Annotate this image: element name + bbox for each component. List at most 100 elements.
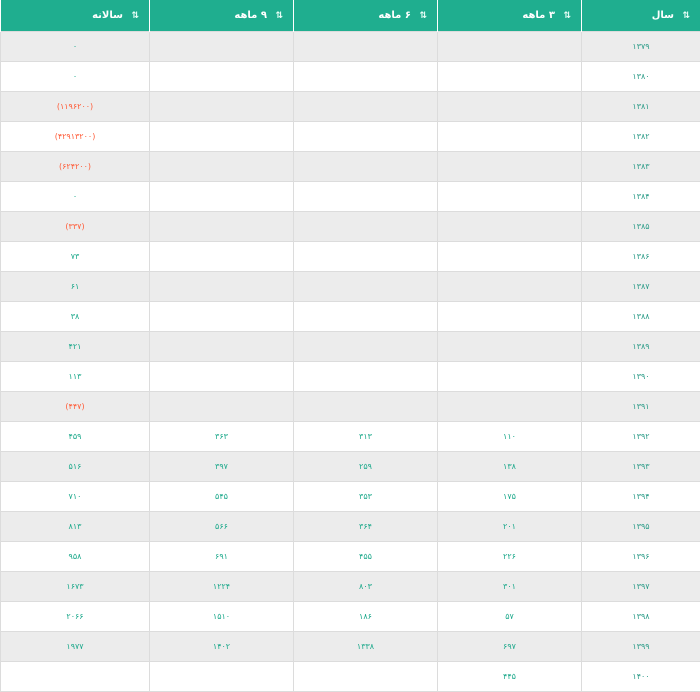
nine-month-cell <box>149 331 294 362</box>
table-row: ۱۳۹۳ ۱۳۸ ۲۵۹ ۳۹۷ ۵۱۶ <box>0 451 700 482</box>
year-cell: ۱۳۹۹ <box>581 631 700 662</box>
nine-month-cell: ۵۶۶ <box>149 511 294 542</box>
six-month-cell <box>293 61 438 92</box>
column-header-year[interactable]: ⇅ سال <box>581 0 700 32</box>
six-month-cell: ۱۳۳۸ <box>293 631 438 662</box>
three-month-cell: ۳۰۱ <box>437 571 582 602</box>
table-body: ۱۳۷۹ ۰ ۱۳۸۰ ۰ ۱۳۸۱ (۱۱۹۶۲۰۰) ۱۳۸۲ (۴۲۹۱۳۲۰۰) ۱۳۸… <box>0 31 700 692</box>
nine-month-cell: ۶۹۱ <box>149 541 294 572</box>
table-row: ۱۳۸۷ ۶۱ <box>0 271 700 302</box>
column-header-label: سال <box>651 10 674 21</box>
column-header-label: ۶ ماهه <box>378 10 411 21</box>
sort-arrows-icon[interactable]: ⇅ <box>682 11 690 21</box>
column-header-nine-month[interactable]: ⇅ ۹ ماهه <box>149 0 294 32</box>
table-row: ۱۳۹۹ ۶۹۷ ۱۳۳۸ ۱۴۰۲ ۱۹۷۷ <box>0 631 700 662</box>
table-row: ۱۳۹۴ ۱۷۵ ۳۵۳ ۵۴۵ ۷۱۰ <box>0 481 700 512</box>
table-row: ۱۳۸۶ ۷۳ <box>0 241 700 272</box>
column-header-label: ۳ ماهه <box>522 10 555 21</box>
year-cell: ۱۳۷۹ <box>581 31 700 62</box>
three-month-cell <box>437 91 582 122</box>
year-cell: ۱۳۹۶ <box>581 541 700 572</box>
six-month-cell: ۳۵۳ <box>293 481 438 512</box>
column-header-label: سالانه <box>92 10 123 21</box>
nine-month-cell <box>149 271 294 302</box>
nine-month-cell <box>149 211 294 242</box>
column-header-annual[interactable]: ⇅ سالانه <box>0 0 150 32</box>
six-month-cell <box>293 181 438 212</box>
annual-cell: ۶۱ <box>0 271 150 302</box>
three-month-cell <box>437 151 582 182</box>
year-cell: ۱۳۸۴ <box>581 181 700 212</box>
three-month-cell <box>437 211 582 242</box>
three-month-cell <box>437 181 582 212</box>
annual-cell: (۳۳۷) <box>0 211 150 242</box>
annual-cell: ۱۱۳ <box>0 361 150 392</box>
financial-data-table: ⇅ سال ⇅ ۳ ماهه ⇅ ۶ ماهه ⇅ ۹ ماهه ⇅ سالان… <box>0 0 700 692</box>
nine-month-cell <box>149 241 294 272</box>
annual-cell: ۴۵۹ <box>0 421 150 452</box>
nine-month-cell <box>149 61 294 92</box>
three-month-cell: ۶۹۷ <box>437 631 582 662</box>
year-cell: ۱۴۰۰ <box>581 661 700 692</box>
sort-arrows-icon[interactable]: ⇅ <box>563 11 571 21</box>
six-month-cell: ۴۵۵ <box>293 541 438 572</box>
table-header: ⇅ سال ⇅ ۳ ماهه ⇅ ۶ ماهه ⇅ ۹ ماهه ⇅ سالان… <box>0 0 700 32</box>
table-row: ۱۳۸۲ (۴۲۹۱۳۲۰۰) <box>0 121 700 152</box>
nine-month-cell <box>149 151 294 182</box>
three-month-cell: ۱۳۸ <box>437 451 582 482</box>
year-cell: ۱۳۹۰ <box>581 361 700 392</box>
annual-cell: ۰ <box>0 31 150 62</box>
table-row: ۱۳۹۰ ۱۱۳ <box>0 361 700 392</box>
three-month-cell: ۴۴۵ <box>437 661 582 692</box>
annual-cell: ۱۶۷۳ <box>0 571 150 602</box>
six-month-cell <box>293 121 438 152</box>
column-header-label: ۹ ماهه <box>234 10 267 21</box>
table-row: ۱۳۹۶ ۲۲۶ ۴۵۵ ۶۹۱ ۹۵۸ <box>0 541 700 572</box>
six-month-cell: ۳۱۳ <box>293 421 438 452</box>
three-month-cell <box>437 121 582 152</box>
three-month-cell: ۱۷۵ <box>437 481 582 512</box>
three-month-cell: ۲۲۶ <box>437 541 582 572</box>
year-cell: ۱۳۸۸ <box>581 301 700 332</box>
annual-cell <box>0 661 150 692</box>
year-cell: ۱۳۸۶ <box>581 241 700 272</box>
annual-cell: ۸۱۳ <box>0 511 150 542</box>
three-month-cell: ۵۷ <box>437 601 582 632</box>
sort-arrows-icon[interactable]: ⇅ <box>419 11 427 21</box>
annual-cell: ۰ <box>0 181 150 212</box>
annual-cell: ۰ <box>0 61 150 92</box>
header-row: ⇅ سال ⇅ ۳ ماهه ⇅ ۶ ماهه ⇅ ۹ ماهه ⇅ سالان… <box>0 0 700 32</box>
column-header-six-month[interactable]: ⇅ ۶ ماهه <box>293 0 438 32</box>
nine-month-cell <box>149 301 294 332</box>
annual-cell: ۴۲۱ <box>0 331 150 362</box>
sort-arrows-icon[interactable]: ⇅ <box>275 11 283 21</box>
year-cell: ۱۳۹۳ <box>581 451 700 482</box>
nine-month-cell: ۱۵۱۰ <box>149 601 294 632</box>
table-row: ۱۳۹۵ ۲۰۱ ۳۶۴ ۵۶۶ ۸۱۳ <box>0 511 700 542</box>
six-month-cell <box>293 391 438 422</box>
table-row: ۱۳۹۲ ۱۱۰ ۳۱۳ ۳۶۳ ۴۵۹ <box>0 421 700 452</box>
year-cell: ۱۳۸۹ <box>581 331 700 362</box>
sort-arrows-icon[interactable]: ⇅ <box>131 11 139 21</box>
nine-month-cell <box>149 91 294 122</box>
year-cell: ۱۳۸۳ <box>581 151 700 182</box>
nine-month-cell <box>149 181 294 212</box>
table-row: ۱۳۸۰ ۰ <box>0 61 700 92</box>
table-row: ۱۳۸۸ ۳۸ <box>0 301 700 332</box>
annual-cell: (۶۲۴۲۰۰) <box>0 151 150 182</box>
three-month-cell <box>437 331 582 362</box>
six-month-cell <box>293 361 438 392</box>
table-row: ۱۳۹۷ ۳۰۱ ۸۰۳ ۱۲۲۴ ۱۶۷۳ <box>0 571 700 602</box>
three-month-cell: ۱۱۰ <box>437 421 582 452</box>
table-row: ۱۴۰۰ ۴۴۵ <box>0 661 700 692</box>
year-cell: ۱۳۸۲ <box>581 121 700 152</box>
column-header-three-month[interactable]: ⇅ ۳ ماهه <box>437 0 582 32</box>
nine-month-cell: ۳۹۷ <box>149 451 294 482</box>
year-cell: ۱۳۹۲ <box>581 421 700 452</box>
six-month-cell <box>293 271 438 302</box>
nine-month-cell: ۵۴۵ <box>149 481 294 512</box>
six-month-cell: ۱۸۶ <box>293 601 438 632</box>
annual-cell: (۴۲۹۱۳۲۰۰) <box>0 121 150 152</box>
year-cell: ۱۳۸۱ <box>581 91 700 122</box>
six-month-cell <box>293 91 438 122</box>
